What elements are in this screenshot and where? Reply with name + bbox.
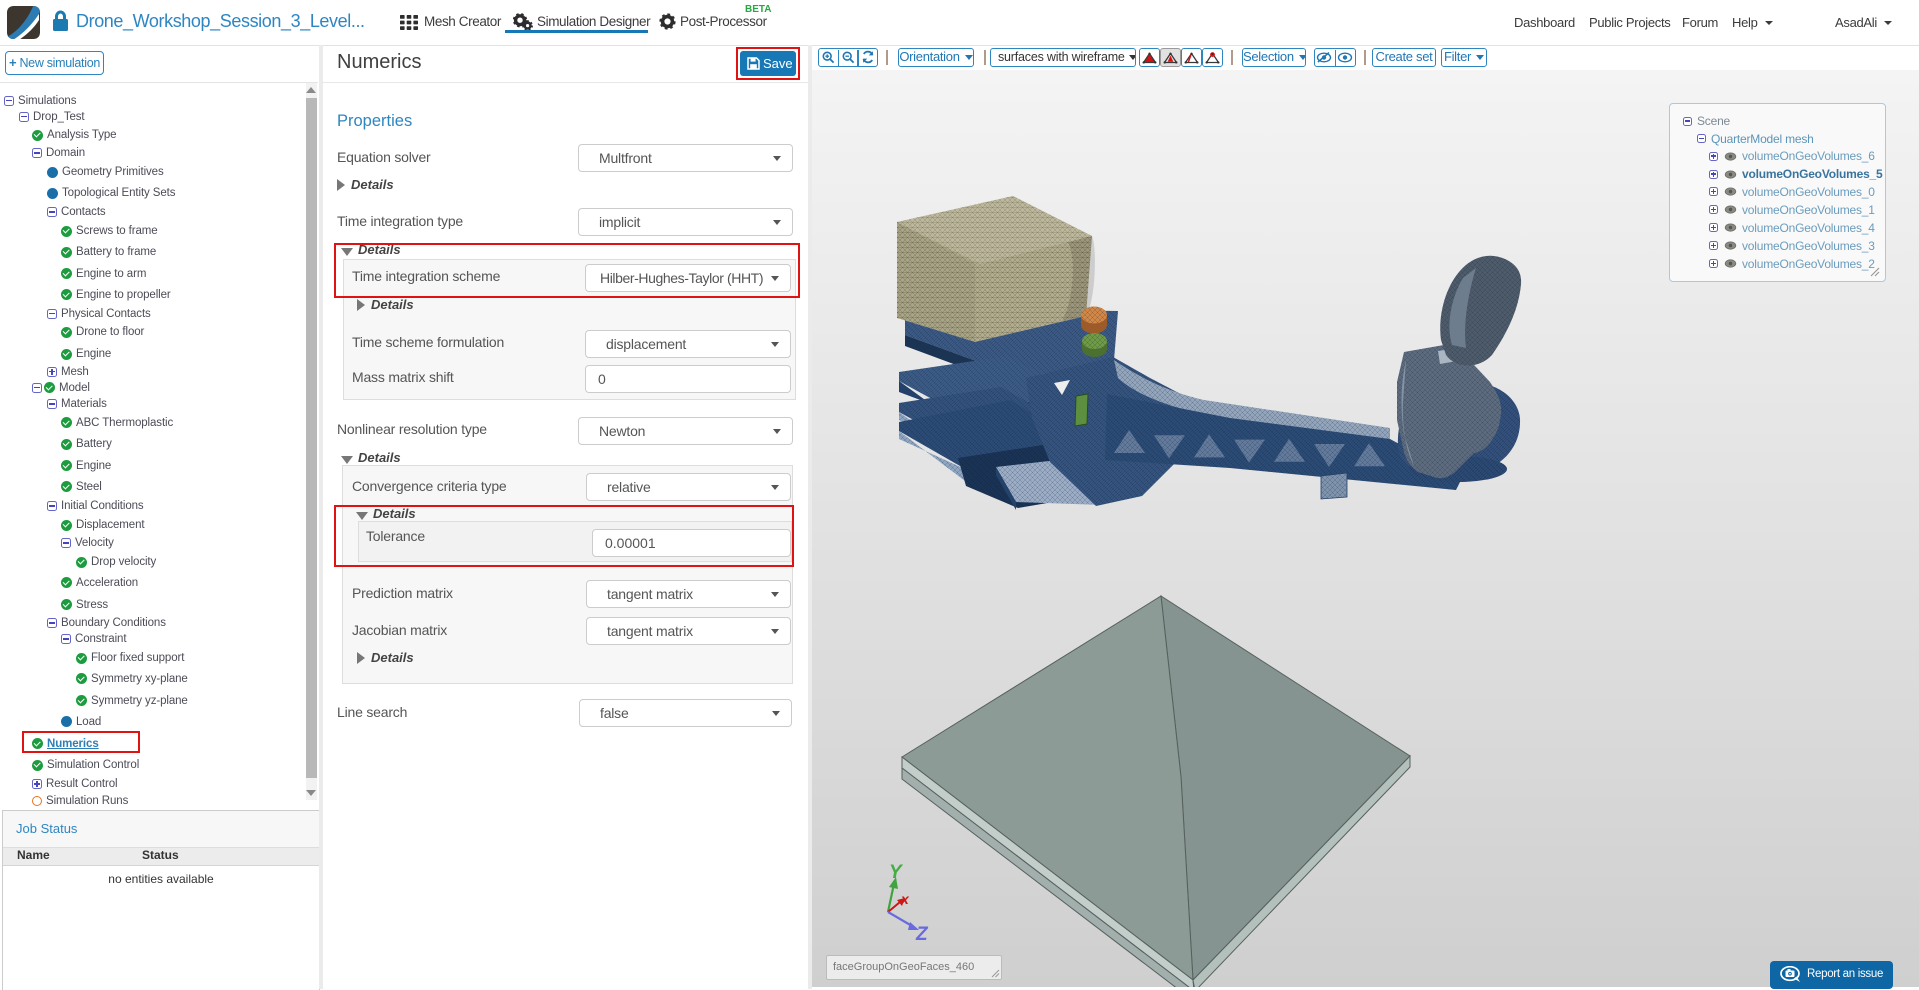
svg-text:Z: Z bbox=[915, 924, 929, 945]
svg-text:Y: Y bbox=[889, 862, 904, 883]
svg-text:x: x bbox=[900, 891, 910, 907]
